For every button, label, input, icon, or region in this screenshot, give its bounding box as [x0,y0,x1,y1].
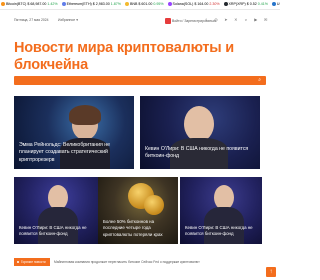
user-icon [165,18,171,24]
scroll-to-top-button[interactable]: ↑ [266,267,276,277]
coin-price: $ 164.00 [194,2,209,6]
social-links: f ◎ ➤ ✕ v ▶ ✉ [200,17,269,23]
search-icon[interactable]: ⌕ [258,77,261,84]
ticker-item[interactable]: USDC(USDC)$ 1.000.01% [271,0,280,9]
favorites-link[interactable]: Избранное▾ [58,18,78,22]
twitter-icon[interactable]: ✕ [233,17,239,23]
breaking-news-text[interactable]: Майнинговая компания продолжит перегласи… [54,258,200,266]
coin-name: BNB [129,2,138,6]
ticker-item[interactable]: Solana(SOL)$ 164.002.30% [167,0,220,9]
nav-item[interactable]: Блокчейн ▾ [38,84,55,85]
ticker-item[interactable]: Bitcoin(BTC)$ 68,987.001.42% [1,0,58,9]
coin-icon [223,2,228,7]
news-card-1[interactable]: Кевин О'Лири: В США никогда не появится … [14,177,98,244]
crypto-ticker: Bitcoin(BTC)$ 68,987.001.42% Ethereum(ETH… [0,0,280,10]
card-title[interactable]: Кевин О'Лири: В США никогда не появится … [19,225,90,238]
card-title[interactable]: Кевин О'Лири: В США никогда не появится … [145,146,252,161]
news-card-2[interactable]: Более 50% биткоинов на последние четыре … [98,177,178,244]
card-title[interactable]: Кевин О'Лири: В США никогда не появится … [185,225,254,238]
coin-price: $ 2,983.00 [92,2,110,6]
coin-price: $ 68,987.00 [27,2,47,6]
breaking-news-label: Горячие новости [21,260,46,264]
coin-icon [61,2,66,7]
coin-change: 0.41% [257,2,268,6]
site-title[interactable]: Новости мира криптовалюты и блокчейна [14,40,274,74]
featured-card-1[interactable]: Эмма Рейнольдс: Великобритания не планир… [14,96,134,169]
coin-name: USDC(USDC) [276,2,280,6]
person-hair [69,105,101,125]
ticker-item[interactable]: XRP(XRP)$ 0.520.41% [223,0,268,9]
telegram-icon[interactable]: ➤ [223,17,229,23]
breaking-news-badge: Горячие новости [14,258,50,266]
ticker-item[interactable]: Ethereum(ETH)$ 2,983.001.87% [61,0,121,9]
mail-icon[interactable]: ✉ [263,17,269,23]
nav-item[interactable]: Финансы ▾ [205,84,221,85]
nav-item[interactable]: ICO и токены ▾ [61,84,84,85]
card-title[interactable]: Более 50% биткоинов на последние четыре … [103,219,170,238]
coin-icon [167,2,172,7]
instagram-icon[interactable]: ◎ [213,17,219,23]
nav-item[interactable]: Альткоины ▾ [130,84,149,85]
breaking-news-bar: Горячие новости Майнинговая компания про… [14,256,276,268]
nav-item[interactable]: Безопасность ▾ [175,84,199,85]
arrow-up-icon: ↑ [269,269,273,275]
coin-name: XRP(XRP) [228,2,246,6]
coin-price: $ 0.52 [246,2,257,6]
coin-name: Ethereum(ETH) [66,2,92,6]
ticker-item[interactable]: BNB$ 601.000.95% [124,0,164,9]
coin-change: 2.30% [209,2,220,6]
nav-item[interactable]: Законы ▾ [155,84,169,85]
nav-item[interactable]: Биржи ▾ [90,84,102,85]
nav-item[interactable]: Аналитика ▾ [250,84,266,85]
news-card-3[interactable]: Кевин О'Лири: В США никогда не появится … [180,177,262,244]
coin-change: 1.87% [110,2,121,6]
main-nav: Биткойн ▾ Блокчейн ▾ ICO и токены ▾ Биржи ▾… [14,76,266,85]
vk-icon[interactable]: v [243,17,249,23]
coin-icon [1,2,5,7]
chevron-down-icon: ▾ [76,18,78,22]
facebook-icon[interactable]: f [203,17,209,23]
current-date: Пятница, 27 мая 2024 [14,18,49,22]
coin-change: 1.42% [47,2,58,6]
nav-item[interactable]: Биткойн ▾ [17,84,32,85]
featured-card-2[interactable]: Кевин О'Лири: В США никогда не появится … [140,96,260,169]
person-head [184,106,214,142]
nav-item[interactable]: Майнинг ▾ [109,84,125,85]
coin-price: $ 601.00 [138,2,153,6]
coin-change: 0.95% [153,2,164,6]
coin-name: Bitcoin(BTC) [6,2,27,6]
live-dot-icon [17,261,19,264]
coin-name: Solana(SOL) [172,2,194,6]
youtube-icon[interactable]: ▶ [253,17,259,23]
card-title[interactable]: Эмма Рейнольдс: Великобритания не планир… [19,142,126,164]
favorites-label: Избранное [58,18,76,22]
coin-icon [124,2,129,7]
nav-item[interactable]: В России ▾ [227,84,244,85]
bitcoin-coin-image [144,195,164,215]
coin-icon [271,2,276,7]
top-bar: Пятница, 27 мая 2024 Избранное▾ Войти / … [0,14,280,26]
